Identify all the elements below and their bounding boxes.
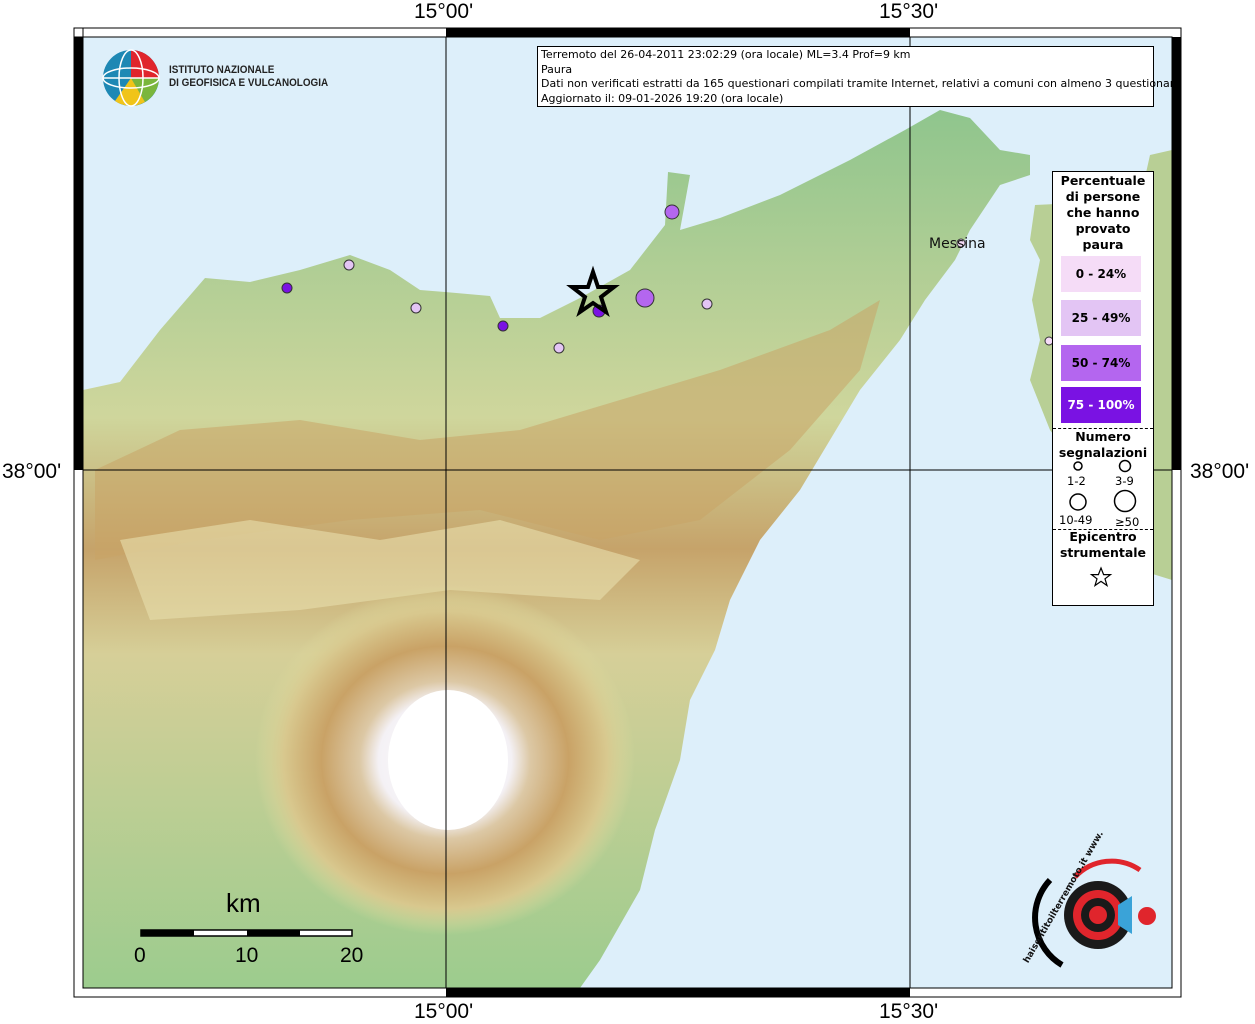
etna-summit: [388, 690, 508, 830]
legend-count-3-9: 3-9: [1115, 474, 1134, 488]
longitude-label-bottom-15-00: 15°00': [414, 1000, 474, 1023]
survey-point: [553, 342, 565, 354]
legend-epicenter-title-line: Epicentro: [1069, 529, 1137, 544]
survey-point: [635, 288, 655, 308]
legend-star-icon: [1089, 566, 1113, 587]
survey-point: [281, 282, 293, 294]
latitude-label-right: 38°00': [1190, 460, 1250, 483]
survey-point: [497, 320, 509, 332]
legend-class-0-24: 0 - 24%: [1061, 256, 1141, 292]
legend-title-line: che hanno: [1066, 205, 1140, 220]
ingv-logo-icon: [102, 49, 160, 107]
city-label-messina: Messina: [929, 236, 986, 252]
legend-title-line: di persone: [1065, 189, 1141, 204]
legend-panel: Percentuale di persone che hanno provato…: [1052, 171, 1154, 606]
survey-point: [664, 204, 680, 220]
legend-count-10-49: 10-49: [1059, 513, 1093, 527]
scale-tick-20: 20: [340, 944, 364, 967]
institute-name-line2: DI GEOFISICA E VULCANOLOGIA: [169, 77, 329, 89]
info-line-event: Terremoto del 26-04-2011 23:02:29 (ora l…: [541, 48, 911, 61]
scale-bar: [140, 929, 353, 937]
legend-count-50-plus: ≥50: [1115, 515, 1140, 529]
survey-point: [343, 259, 355, 271]
info-line-parameter: Paura: [541, 62, 573, 76]
institute-name-line1: ISTITUTO NAZIONALE: [169, 64, 275, 76]
survey-point: [701, 298, 713, 310]
legend-class-75-100: 75 - 100%: [1061, 387, 1141, 423]
info-line-updated: Aggiornato il: 09-01-2026 19:20 (ora loc…: [541, 91, 784, 105]
legend-class-25-49: 25 - 49%: [1061, 300, 1141, 336]
longitude-label-top-15-00: 15°00': [414, 0, 474, 23]
legend-title-line: paura: [1082, 237, 1124, 252]
legend-count-title-line: Numero: [1075, 429, 1131, 444]
earthquake-info-box: Terremoto del 26-04-2011 23:02:29 (ora l…: [537, 46, 1181, 107]
legend-title: Percentuale di persone che hanno provato…: [1053, 173, 1153, 253]
legend-title-line: Percentuale: [1060, 173, 1146, 188]
legend-class-50-74: 50 - 74%: [1061, 345, 1141, 381]
scale-tick-0: 0: [134, 944, 146, 967]
longitude-label-top-15-30: 15°30': [879, 0, 939, 23]
longitude-label-bottom-15-30: 15°30': [879, 1000, 939, 1023]
info-line-source: Dati non verificati estratti da 165 ques…: [541, 77, 1181, 90]
institute-name: ISTITUTO NAZIONALE DI GEOFISICA E VULCAN…: [169, 64, 328, 90]
legend-epicenter-title: Epicentro strumentale: [1053, 529, 1153, 561]
latitude-label-left: 38°00': [2, 460, 62, 483]
legend-epicenter-title-line: strumentale: [1059, 545, 1147, 560]
survey-point: [410, 302, 422, 314]
scale-bar-unit: km: [226, 888, 261, 918]
legend-title-line: provato: [1075, 221, 1131, 236]
legend-count-1-2: 1-2: [1067, 474, 1086, 488]
scale-tick-10: 10: [235, 944, 259, 967]
